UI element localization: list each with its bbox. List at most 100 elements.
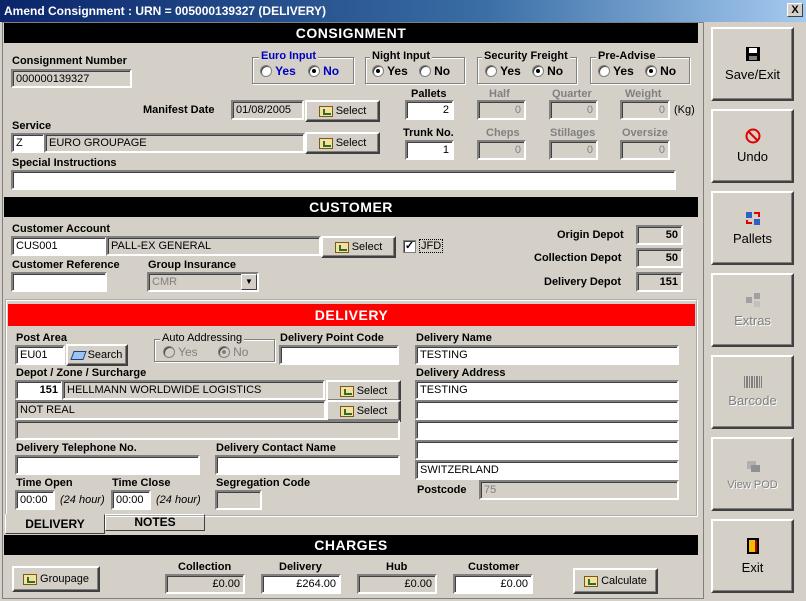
delivery-depot-field: 151	[636, 272, 683, 292]
depot-number-field[interactable]: 151	[15, 380, 63, 400]
undo-label: Undo	[736, 149, 769, 164]
exit-button[interactable]: Exit	[711, 519, 794, 593]
delivery-contact-label: Delivery Contact Name	[216, 442, 336, 454]
security-freight-yes-radio[interactable]: Yes	[485, 64, 521, 78]
radio-icon	[598, 65, 610, 77]
euro-input-yes-radio[interactable]: Yes	[260, 64, 296, 78]
euro-input-title: Euro Input	[259, 50, 318, 62]
pallets-button[interactable]: Pallets	[711, 191, 794, 265]
delivery-contact-field[interactable]	[215, 455, 400, 475]
post-area-search-button[interactable]: Search	[66, 344, 128, 366]
window-title: Amend Consignment : URN = 005000139327 (…	[4, 4, 326, 18]
pallets-field[interactable]: 2	[405, 100, 454, 120]
pre-advise-yes-radio[interactable]: Yes	[598, 64, 634, 78]
tab-delivery[interactable]: DELIVERY	[5, 514, 105, 534]
night-no-label: No	[434, 64, 451, 78]
auto-addressing-title: Auto Addressing	[160, 332, 245, 344]
customer-account-name-field: PALL-EX GENERAL	[106, 236, 321, 256]
delivery-point-code-field[interactable]	[279, 345, 399, 365]
calculate-button[interactable]: Calculate	[573, 568, 658, 594]
security-no-label: No	[547, 64, 564, 78]
night-input-no-radio[interactable]: No	[419, 64, 450, 78]
consignment-section-header: CONSIGNMENT	[4, 23, 698, 43]
pre-advise-title: Pre-Advise	[596, 50, 658, 62]
time-close-unit: (24 hour)	[156, 494, 201, 506]
auto-addressing-yes-radio: Yes	[163, 345, 198, 359]
radio-icon	[260, 65, 272, 77]
service-code-field[interactable]: Z	[11, 133, 45, 153]
collection-charge-label: Collection	[178, 561, 232, 573]
delivery-charge-label: Delivery	[279, 561, 322, 573]
service-select-button[interactable]: Select	[305, 132, 380, 154]
origin-depot-field: 50	[636, 225, 683, 245]
pre-advise-no-radio[interactable]: No	[645, 64, 676, 78]
postcode-label: Postcode	[417, 484, 467, 496]
delivery-point-code-label: Delivery Point Code	[280, 332, 384, 344]
special-instructions-field[interactable]	[11, 170, 676, 190]
post-area-field[interactable]: EU01	[15, 345, 65, 365]
delivery-charge-field[interactable]: £264.00	[261, 574, 341, 594]
customer-reference-field[interactable]	[11, 272, 107, 292]
jfd-checkbox[interactable]: ✓ JFD	[403, 239, 444, 253]
stillages-field: 0	[549, 140, 598, 160]
security-freight-no-radio[interactable]: No	[532, 64, 563, 78]
customer-charge-field[interactable]: £0.00	[453, 574, 533, 594]
select-label: Select	[335, 137, 367, 149]
delivery-name-label: Delivery Name	[416, 332, 492, 344]
service-name-field: EURO GROUPAGE	[44, 133, 305, 153]
exit-label: Exit	[741, 560, 764, 575]
select-icon	[339, 405, 354, 417]
customer-select-button[interactable]: Select	[321, 236, 396, 258]
delivery-name-field[interactable]: TESTING	[415, 345, 679, 365]
undo-button[interactable]: Undo	[711, 109, 794, 183]
zone-field: NOT REAL	[15, 400, 326, 420]
night-input-yes-radio[interactable]: Yes	[372, 64, 408, 78]
time-close-field[interactable]: 00:00	[111, 490, 151, 510]
floppy-disk-icon	[745, 47, 760, 61]
radio-icon	[163, 346, 175, 358]
collection-depot-field: 50	[636, 248, 683, 268]
time-close-label: Time Close	[112, 477, 171, 489]
delivery-depot-label: Delivery Depot	[544, 276, 622, 288]
hub-charge-label: Hub	[386, 561, 408, 573]
trunk-field[interactable]: 1	[405, 140, 454, 160]
delivery-address-line-2[interactable]	[415, 400, 679, 420]
delivery-address-label: Delivery Address	[416, 367, 506, 379]
hub-charge-field: £0.00	[357, 574, 437, 594]
stillages-label: Stillages	[550, 127, 596, 139]
group-insurance-label: Group Insurance	[148, 259, 237, 271]
delivery-address-line-1[interactable]: TESTING	[415, 380, 679, 400]
groupage-button[interactable]: Groupage	[12, 566, 100, 592]
time-open-unit: (24 hour)	[60, 494, 105, 506]
radio-icon	[485, 65, 497, 77]
consignment-number-field: 000000139327	[11, 69, 132, 88]
save-exit-button[interactable]: Save/Exit	[711, 27, 794, 101]
charges-section-header: CHARGES	[4, 535, 698, 555]
trunk-label: Trunk No.	[403, 127, 454, 139]
delivery-address-line-3[interactable]	[415, 420, 679, 440]
manifest-date-select-button[interactable]: Select	[305, 100, 380, 122]
no-entry-icon	[745, 128, 760, 144]
quarter-field: 0	[549, 100, 598, 120]
delivery-address-line-4[interactable]	[415, 440, 679, 460]
customer-account-code-field[interactable]: CUS001	[11, 236, 107, 256]
chevron-down-icon[interactable]: ▼	[241, 274, 257, 290]
close-window-button[interactable]: X	[787, 3, 803, 17]
delivery-section-header: DELIVERY	[8, 304, 695, 326]
select-label: Select	[335, 105, 367, 117]
weight-unit: (Kg)	[674, 104, 695, 116]
select-icon	[334, 241, 349, 253]
barcode-icon	[743, 376, 762, 388]
select-label: Select	[356, 385, 388, 397]
depot-select-button[interactable]: Select	[326, 380, 401, 402]
time-open-field[interactable]: 00:00	[15, 490, 55, 510]
auto-no-label: No	[233, 345, 249, 359]
post-area-label: Post Area	[16, 332, 67, 344]
euro-input-no-radio[interactable]: No	[308, 64, 339, 78]
delivery-address-line-5[interactable]: SWITZERLAND	[415, 460, 679, 480]
zone-select-button[interactable]: Select	[326, 400, 401, 422]
tab-notes[interactable]: NOTES	[105, 514, 205, 531]
delivery-telephone-field[interactable]	[15, 455, 200, 475]
customer-reference-label: Customer Reference	[12, 259, 120, 271]
weight-label: Weight	[625, 88, 662, 100]
